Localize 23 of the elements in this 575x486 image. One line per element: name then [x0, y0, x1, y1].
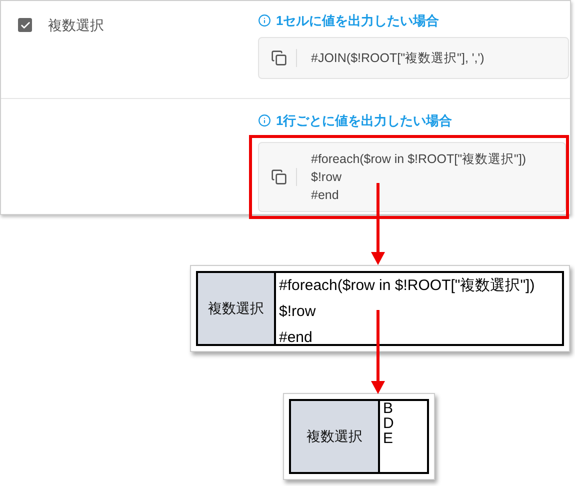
checkbox[interactable]	[18, 18, 32, 32]
code-line: #end	[311, 186, 340, 204]
cell-line: D	[383, 416, 394, 431]
code-line: $!row	[311, 168, 343, 186]
header-cell: 複数選択	[291, 401, 380, 472]
info-icon	[258, 114, 271, 128]
cell-line: #foreach($row in $!ROOT["複数選択"])	[279, 276, 535, 296]
cell-line: $!row	[279, 302, 317, 322]
info-icon	[258, 14, 271, 28]
cell-line: E	[383, 431, 394, 446]
copy-icon	[271, 50, 287, 66]
check-icon	[20, 20, 30, 30]
field-label: 複数選択	[48, 16, 104, 35]
cell-line: #end	[279, 328, 314, 348]
code-line: #JOIN($!ROOT["複数選択"], ',')	[311, 50, 484, 66]
cell-line: B	[383, 401, 394, 416]
copy-button[interactable]	[271, 50, 287, 66]
example-heading: 1行ごとに値を出力したい場合	[276, 112, 452, 130]
example-heading: 1セルに値を出力したい場合	[276, 12, 440, 30]
header-cell: 複数選択	[198, 273, 276, 344]
code-line: #foreach($row in $!ROOT["複数選択"])	[311, 150, 526, 168]
copy-icon	[271, 168, 287, 184]
copy-button[interactable]	[271, 168, 287, 184]
